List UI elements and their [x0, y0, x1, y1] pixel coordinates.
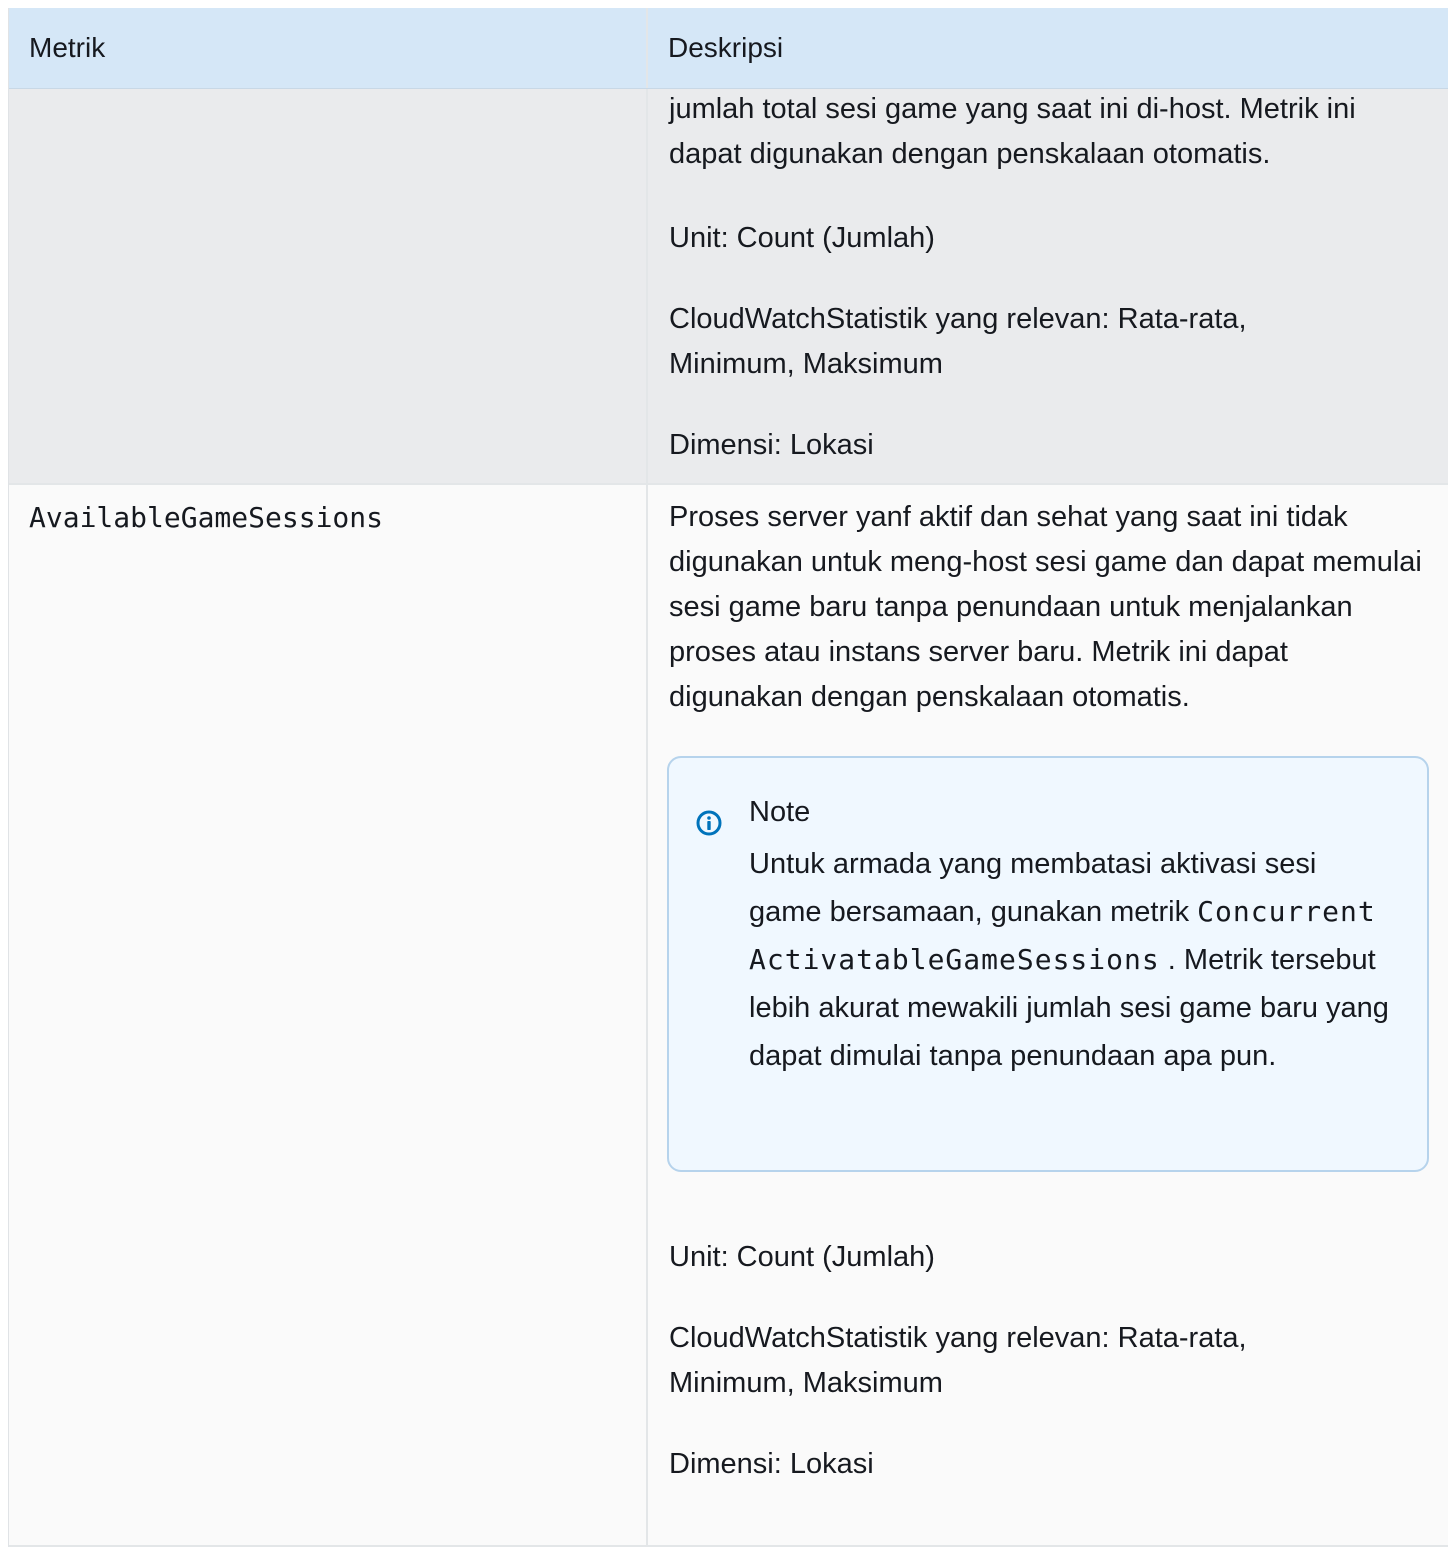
unit-text: Unit: Count (Jumlah)	[669, 222, 935, 254]
table-header: Metrik Deskripsi	[9, 8, 1448, 89]
header-description: Deskripsi	[668, 32, 784, 63]
statistics-text: CloudWatchStatistik yang relevan: Rata-r…	[669, 1322, 1247, 1399]
note-text: Untuk armada yang membatasi aktivasi ses…	[749, 840, 1389, 1080]
unit-text: Unit: Count (Jumlah)	[669, 1241, 935, 1273]
description-cell: Proses server yanf aktif dan sehat yang …	[648, 485, 1448, 1545]
header-metric: Metrik	[9, 8, 648, 88]
metrics-table: Metrik Deskripsi jumlah total sesi game …	[8, 8, 1448, 1547]
note-title: Note	[749, 796, 811, 828]
metric-cell: AvailableGameSessions	[9, 485, 648, 1545]
note-box: Note Untuk armada yang membatasi aktivas…	[667, 756, 1429, 1172]
dimension-text: Dimensi: Lokasi	[669, 429, 874, 461]
description-cell: jumlah total sesi game yang saat ini di-…	[648, 89, 1448, 483]
info-icon	[696, 810, 722, 836]
metric-cell	[9, 89, 648, 483]
dimension-text: Dimensi: Lokasi	[669, 1448, 874, 1480]
description-paragraph: jumlah total sesi game yang saat ini di-…	[669, 93, 1356, 170]
description-paragraph: Proses server yanf aktif dan sehat yang …	[669, 501, 1422, 713]
table-row: AvailableGameSessions Proses server yanf…	[9, 485, 1448, 1547]
metric-name: AvailableGameSessions	[29, 501, 384, 534]
table-row: jumlah total sesi game yang saat ini di-…	[9, 89, 1448, 485]
statistics-text: CloudWatchStatistik yang relevan: Rata-r…	[669, 303, 1247, 380]
